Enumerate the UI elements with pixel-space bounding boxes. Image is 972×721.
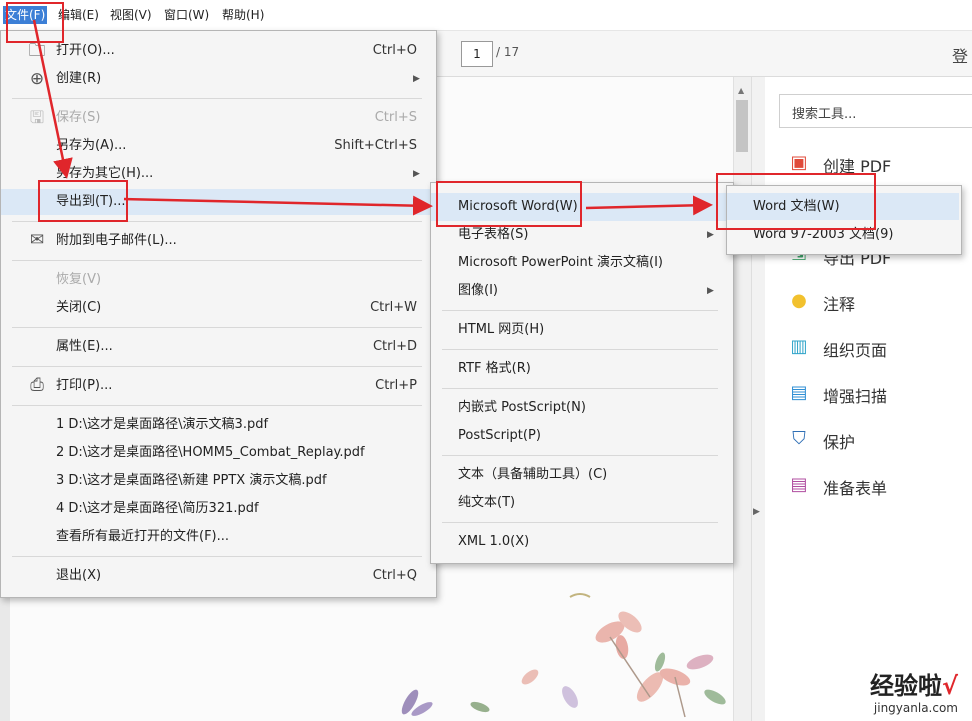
menu-item-open[interactable]: 打开(O)... Ctrl+O — [56, 38, 417, 64]
comment-icon: ● — [791, 290, 807, 311]
annotation-box-file — [6, 2, 64, 43]
search-placeholder: 搜索工具... — [792, 107, 857, 122]
export-item-xml[interactable]: XML 1.0(X) — [458, 529, 529, 555]
organize-pages-icon: ▥ — [790, 336, 808, 357]
menu-item-exit[interactable]: 退出(X) Ctrl+Q — [56, 563, 417, 589]
export-item-eps[interactable]: 内嵌式 PostScript(N) — [458, 395, 586, 421]
separator — [12, 260, 422, 261]
separator — [442, 455, 718, 456]
open-folder-icon: 🗀 — [28, 41, 46, 61]
separator — [12, 405, 422, 406]
recent-file-1[interactable]: 1 D:\这才是桌面路径\演示文稿3.pdf — [56, 412, 417, 438]
menu-item-revert[interactable]: 恢复(V) — [56, 267, 417, 293]
submenu-arrow-icon: ▶ — [413, 197, 420, 207]
login-link[interactable]: 登 — [952, 43, 968, 67]
separator — [12, 327, 422, 328]
create-icon: ⊕ — [29, 69, 45, 89]
recent-file-3[interactable]: 3 D:\这才是桌面路径\新建 PPTX 演示文稿.pdf — [56, 468, 417, 494]
menu-item-view-recent[interactable]: 查看所有最近打开的文件(F)... — [56, 524, 417, 550]
submenu-arrow-icon: ▶ — [413, 169, 420, 179]
menu-item-save-as[interactable]: 另存为(A)... Shift+Ctrl+S — [56, 133, 417, 159]
export-item-rtf[interactable]: RTF 格式(R) — [458, 356, 531, 382]
annotation-box-word — [436, 181, 582, 227]
export-item-postscript[interactable]: PostScript(P) — [458, 423, 541, 449]
menu-bar: 文件(F) 编辑(E) 视图(V) 窗口(W) 帮助(H) — [0, 0, 972, 31]
separator — [12, 366, 422, 367]
annotation-box-export-to — [38, 180, 128, 222]
scrollbar-thumb[interactable] — [736, 100, 748, 152]
page-number-input[interactable]: 1 — [461, 41, 493, 67]
menu-view[interactable]: 视图(V) — [108, 6, 154, 24]
menu-window[interactable]: 窗口(W) — [162, 6, 211, 24]
submenu-arrow-icon: ▶ — [413, 74, 420, 84]
menu-item-create[interactable]: 创建(R) — [56, 66, 417, 92]
shield-icon: ⛉ — [792, 428, 806, 449]
scroll-up-icon[interactable]: ▲ — [738, 86, 744, 95]
page-total: / 17 — [496, 45, 520, 59]
menu-item-attach-email[interactable]: 附加到电子邮件(L)... — [56, 228, 417, 254]
menu-item-print[interactable]: 打印(P)... Ctrl+P — [56, 373, 417, 399]
recent-file-2[interactable]: 2 D:\这才是桌面路径\HOMM5_Combat_Replay.pdf — [56, 440, 417, 466]
save-disk-icon: 🖫 — [29, 108, 45, 128]
expand-arrow-icon[interactable]: ▶ — [753, 507, 760, 517]
printer-icon: ⎙ — [30, 375, 44, 395]
submenu-arrow-icon: ▶ — [707, 230, 714, 240]
menu-item-properties[interactable]: 属性(E)... Ctrl+D — [56, 334, 417, 360]
separator — [12, 98, 422, 99]
watermark: 经验啦√ jingyanla.com — [869, 672, 958, 715]
search-tools-input[interactable]: 搜索工具... — [779, 94, 972, 128]
submenu-arrow-icon: ▶ — [707, 286, 714, 296]
separator — [442, 349, 718, 350]
export-item-powerpoint[interactable]: Microsoft PowerPoint 演示文稿(I) — [458, 250, 663, 276]
menu-item-save[interactable]: 保存(S) Ctrl+S — [56, 105, 417, 131]
separator — [12, 556, 422, 557]
form-icon: ▤ — [790, 474, 808, 495]
export-item-accessible-text[interactable]: 文本（具备辅助工具）(C) — [458, 462, 607, 488]
export-item-plain-text[interactable]: 纯文本(T) — [458, 490, 515, 516]
annotation-box-word-doc — [716, 173, 876, 230]
export-item-image[interactable]: 图像(I) — [458, 278, 498, 304]
recent-file-4[interactable]: 4 D:\这才是桌面路径\简历321.pdf — [56, 496, 417, 522]
separator — [442, 388, 718, 389]
scan-icon: ▤ — [790, 382, 808, 403]
menu-item-close[interactable]: 关闭(C) Ctrl+W — [56, 295, 417, 321]
export-item-html[interactable]: HTML 网页(H) — [458, 317, 544, 343]
email-icon: ✉ — [29, 230, 45, 250]
menu-help[interactable]: 帮助(H) — [220, 6, 266, 24]
separator — [442, 310, 718, 311]
create-pdf-icon: ▣ — [790, 152, 808, 173]
separator — [442, 522, 718, 523]
